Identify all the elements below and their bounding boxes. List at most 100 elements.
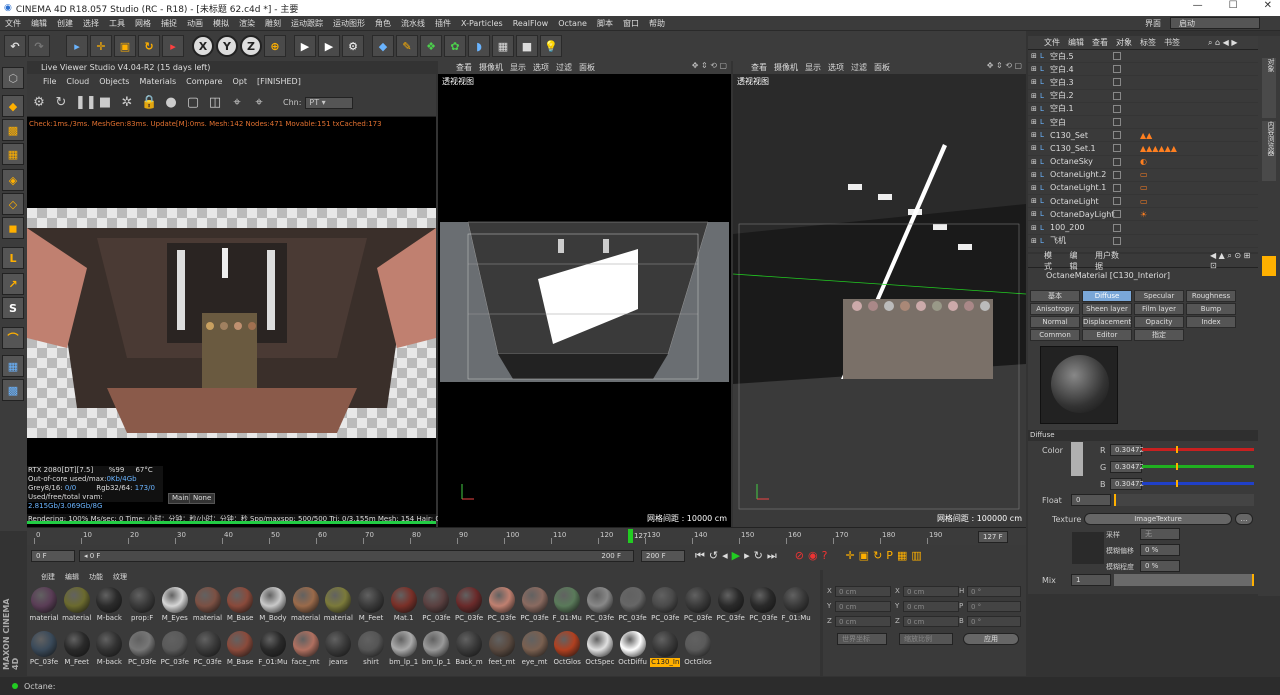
menu-animate[interactable]: 动画 [182, 18, 208, 29]
object-tags[interactable]: ◐ [1140, 157, 1147, 166]
menu-mograph[interactable]: 运动图形 [328, 18, 370, 29]
object-row[interactable]: ⊞ L 空白.5 [1028, 50, 1258, 64]
material-swatch[interactable]: material [193, 586, 223, 628]
material-swatch[interactable]: jeans [323, 630, 353, 672]
expand-icon[interactable]: ⊞ [1031, 237, 1037, 245]
b-slider[interactable] [1142, 480, 1254, 487]
scale-tool-icon[interactable]: ▣ [114, 35, 136, 57]
menu-octane[interactable]: Octane [553, 19, 592, 28]
object-row[interactable]: ⊞ L OctaneLight ▭ [1028, 195, 1258, 209]
visibility-toggle[interactable] [1113, 65, 1121, 74]
menu-realflow[interactable]: RealFlow [508, 19, 554, 28]
search-icon[interactable]: ⌕ ⌂ ◀ ▶ [1208, 38, 1238, 48]
material-swatch[interactable]: material [291, 586, 321, 628]
restart-icon[interactable]: ↻ [53, 95, 69, 111]
pick-white-balance-icon[interactable]: ⌖ [251, 95, 267, 111]
vp-menu-panel[interactable]: 面板 [874, 62, 890, 73]
object-name[interactable]: OctaneSky [1050, 157, 1093, 166]
pick-focus-icon[interactable]: ⌖ [229, 95, 245, 111]
key-param-icon[interactable]: P [886, 549, 893, 563]
material-swatch[interactable]: C130_In [650, 630, 681, 672]
prev-frame-icon[interactable]: ◂ [722, 549, 728, 563]
rotation-field[interactable]: 0 ° [967, 616, 1021, 627]
lv-menu-opt[interactable]: Opt [232, 77, 247, 86]
autokey-icon[interactable]: ◉ [808, 549, 818, 563]
make-editable-icon[interactable]: ⬡ [2, 67, 24, 89]
vp-menu-cameras[interactable]: 摄像机 [479, 62, 503, 73]
visibility-toggle[interactable] [1113, 170, 1121, 179]
material-swatch[interactable]: bm_lp_1 [421, 630, 451, 672]
next-key-icon[interactable]: ↻ [754, 549, 763, 563]
gear-icon[interactable]: ✲ [119, 95, 135, 111]
menu-mesh[interactable]: 网格 [130, 18, 156, 29]
material-swatch[interactable]: PC_03fe [520, 586, 550, 628]
property-tab[interactable]: Common [1030, 329, 1080, 341]
menu-help[interactable]: 帮助 [644, 18, 670, 29]
object-name[interactable]: 空白.5 [1050, 51, 1074, 62]
vp-menu-filter[interactable]: 过滤 [556, 62, 572, 73]
camera-icon[interactable]: ■ [516, 35, 538, 57]
visibility-toggle[interactable] [1113, 78, 1121, 87]
timeline-ruler[interactable]: 0 10 20 30 40 50 60 70 80 90 100 110 120 130 140 150 160… [27, 527, 1026, 545]
world-coords-select[interactable]: 世界坐标 [837, 633, 887, 645]
material-swatch[interactable]: PC_03fe [618, 586, 648, 628]
object-tags[interactable]: ▭ [1140, 183, 1148, 192]
key-scale-icon[interactable]: ▣ [859, 549, 869, 563]
size-field[interactable]: 0 cm [903, 601, 959, 612]
texture-more-button[interactable]: … [1235, 513, 1253, 525]
region-icon[interactable]: ▢ [185, 95, 201, 111]
object-name[interactable]: OctaneLight.1 [1050, 183, 1106, 192]
vp-menu-view[interactable]: 查看 [751, 62, 767, 73]
vp-menu-panel[interactable]: 面板 [579, 62, 595, 73]
material-swatch[interactable]: feet_mt [487, 630, 517, 672]
axis-mode-icon[interactable]: L [2, 247, 24, 269]
expand-icon[interactable]: ⊞ [1031, 52, 1037, 60]
material-swatch[interactable]: M_Body [258, 586, 288, 628]
material-swatch[interactable]: PC_03fe [193, 630, 223, 672]
expand-icon[interactable]: ⊞ [1031, 118, 1037, 126]
expand-icon[interactable]: ⊞ [1031, 224, 1037, 232]
menu-xparticles[interactable]: X-Particles [456, 19, 508, 28]
pen-icon[interactable]: ✎ [396, 35, 418, 57]
menu-create[interactable]: 创建 [52, 18, 78, 29]
range-slider[interactable]: ◂ 0 F 200 F [79, 550, 634, 562]
timeline-layout-icon[interactable]: ▥ [911, 549, 921, 563]
material-swatch[interactable]: PC_03fe [160, 630, 190, 672]
material-swatch[interactable]: PC_03fe [487, 586, 517, 628]
vp-menu-display[interactable]: 显示 [510, 62, 526, 73]
size-field[interactable]: 0 cm [903, 616, 959, 627]
mat-menu-create[interactable]: 创建 [41, 572, 55, 582]
menu-plugins[interactable]: 插件 [430, 18, 456, 29]
workplane-icon[interactable]: ▦ [2, 143, 24, 165]
material-swatch[interactable]: OctDiffu [618, 630, 648, 672]
expand-icon[interactable]: ⊞ [1031, 210, 1037, 218]
tweak-mode-icon[interactable]: ↗ [2, 273, 24, 295]
axis-y-button[interactable]: Y [216, 35, 238, 57]
menu-snap[interactable]: 捕捉 [156, 18, 182, 29]
viewport-nav-icons[interactable]: ✥ ⇕ ⟲ ▢ [987, 61, 1022, 70]
menu-sculpt[interactable]: 雕刻 [260, 18, 286, 29]
expand-icon[interactable]: ⊞ [1031, 131, 1037, 139]
object-tags[interactable]: ▭ [1140, 170, 1148, 179]
points-mode-icon[interactable]: ◈ [2, 169, 24, 191]
om-menu-bookmarks[interactable]: 书签 [1164, 37, 1180, 48]
visibility-toggle[interactable] [1113, 91, 1121, 100]
material-swatch[interactable]: material [29, 586, 59, 628]
edges-mode-icon[interactable]: ◇ [2, 193, 24, 215]
render-settings-icon[interactable]: ⚙ [342, 35, 364, 57]
property-tab[interactable]: Index [1186, 316, 1236, 328]
menu-file[interactable]: 文件 [0, 18, 26, 29]
material-swatch[interactable]: M-back [94, 586, 124, 628]
material-swatch[interactable]: PC_03fe [421, 586, 451, 628]
cube-icon[interactable]: ◆ [372, 35, 394, 57]
object-name[interactable]: 空白 [1050, 117, 1066, 128]
object-row[interactable]: ⊞ L OctaneLight.2 ▭ [1028, 169, 1258, 182]
maximize-button[interactable]: ☐ [1229, 0, 1238, 11]
property-tab[interactable]: Specular [1134, 290, 1184, 302]
object-row[interactable]: ⊞ L OctaneLight.1 ▭ [1028, 182, 1258, 196]
subdivision-icon[interactable]: ❖ [420, 35, 442, 57]
object-tags[interactable]: ▲▲▲▲▲▲ [1140, 144, 1177, 153]
color-swatch[interactable] [1071, 442, 1083, 476]
object-row[interactable]: ⊞ L OctaneDayLight ☀ [1028, 208, 1258, 222]
lv-menu-compare[interactable]: Compare [186, 77, 222, 86]
